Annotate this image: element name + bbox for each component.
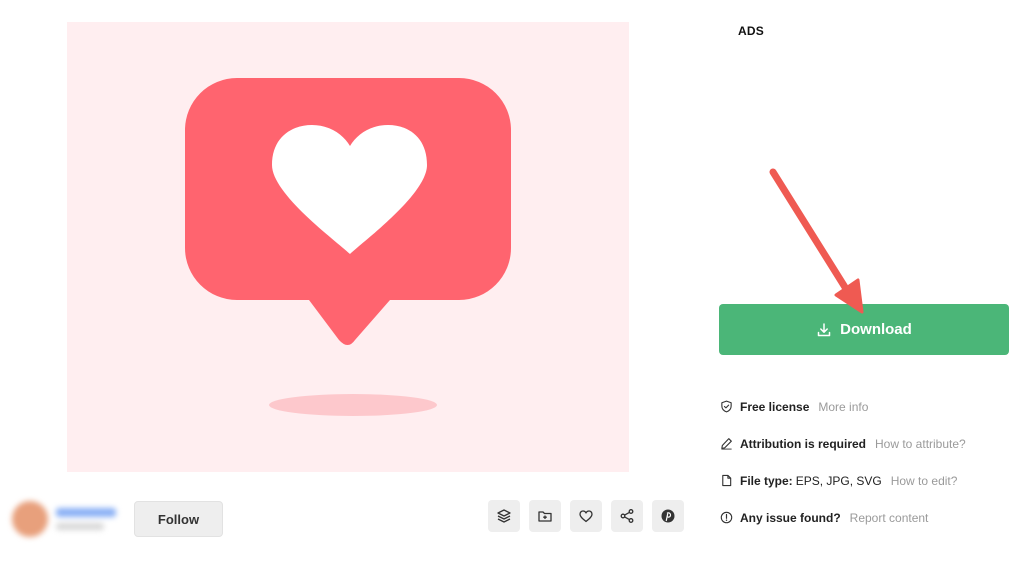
file-type-row: File type: EPS, JPG, SVG How to edit?: [719, 462, 1019, 499]
file-icon: [719, 474, 733, 488]
download-button[interactable]: Download: [719, 304, 1009, 355]
heart-outline-icon: [579, 510, 593, 523]
download-icon: [817, 322, 831, 336]
how-to-attribute-link[interactable]: How to attribute?: [875, 437, 966, 451]
shield-check-icon: [719, 400, 733, 414]
follow-button[interactable]: Follow: [134, 501, 223, 537]
issue-row: Any issue found? Report content: [719, 499, 1019, 536]
share-icon: [620, 509, 634, 523]
preview-image[interactable]: [67, 22, 629, 472]
author-name[interactable]: [56, 508, 116, 517]
author-resources-count: [56, 523, 104, 530]
like-button[interactable]: [570, 500, 602, 532]
author-info[interactable]: [12, 500, 127, 538]
alert-circle-icon: [719, 511, 733, 525]
pen-icon: [719, 437, 733, 451]
resource-info-list: Free license More info Attribution is re…: [719, 388, 1019, 536]
file-type-label: File type:: [740, 473, 793, 488]
license-label: Free license: [740, 399, 810, 414]
like-notification-illustration: [185, 78, 511, 416]
download-label: Download: [840, 321, 912, 338]
attribution-label: Attribution is required: [740, 436, 866, 451]
add-to-collection-button[interactable]: [529, 500, 561, 532]
license-row: Free license More info: [719, 388, 1019, 425]
pinterest-icon: [661, 509, 675, 523]
share-button[interactable]: [611, 500, 643, 532]
more-info-link[interactable]: More info: [818, 400, 868, 414]
speech-bubble-tail: [303, 292, 397, 345]
how-to-edit-link[interactable]: How to edit?: [891, 474, 958, 488]
action-toolbar: [488, 500, 684, 532]
layers-icon: [497, 509, 511, 523]
report-content-link[interactable]: Report content: [850, 511, 929, 525]
ads-label: ADS: [738, 24, 764, 38]
pinterest-button[interactable]: [652, 500, 684, 532]
file-type-value: EPS, JPG, SVG: [795, 473, 882, 488]
attribution-row: Attribution is required How to attribute…: [719, 425, 1019, 462]
related-sets-button[interactable]: [488, 500, 520, 532]
issue-label: Any issue found?: [740, 510, 841, 525]
avatar[interactable]: [12, 501, 48, 537]
add-to-collection-icon: [538, 511, 552, 522]
resource-page: Follow ADS Download Free license More in…: [0, 0, 1024, 566]
bubble-shadow: [269, 394, 437, 416]
